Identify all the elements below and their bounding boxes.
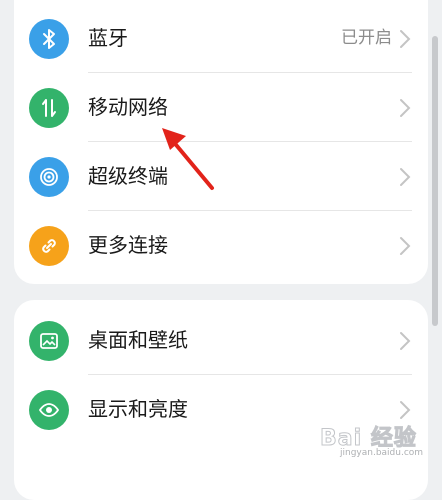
settings-item-home-wallpaper[interactable]: 桌面和壁纸 (14, 306, 428, 375)
wallpaper-icon (29, 321, 69, 361)
chevron-right-icon (400, 30, 411, 48)
chevron-right-icon (400, 237, 411, 255)
settings-item-bluetooth[interactable]: 蓝牙 已开启 (14, 4, 428, 73)
bluetooth-icon (29, 19, 69, 59)
home-wallpaper-label: 桌面和壁纸 (88, 328, 188, 352)
settings-item-more-connections[interactable]: 更多连接 (14, 211, 428, 280)
display-brightness-label: 显示和亮度 (88, 397, 188, 421)
watermark-subtext: jingyan.baidu.com (340, 448, 424, 458)
more-connections-label: 更多连接 (88, 233, 168, 257)
annotation-arrow (162, 128, 214, 190)
chevron-right-icon (400, 168, 411, 186)
scrollbar[interactable] (432, 36, 438, 326)
chevron-right-icon (400, 401, 411, 419)
link-icon (29, 226, 69, 266)
chevron-right-icon (400, 332, 411, 350)
bluetooth-label: 蓝牙 (88, 26, 128, 50)
super-device-icon (29, 157, 69, 197)
mobile-network-icon (29, 88, 69, 128)
display-settings-card: 桌面和壁纸 显示和亮度 (14, 300, 428, 500)
watermark-logo: Bai 经验 jingyan.baidu.com (320, 420, 432, 462)
chevron-right-icon (400, 99, 411, 117)
eye-icon (29, 390, 69, 430)
bluetooth-status: 已开启 (341, 28, 392, 48)
